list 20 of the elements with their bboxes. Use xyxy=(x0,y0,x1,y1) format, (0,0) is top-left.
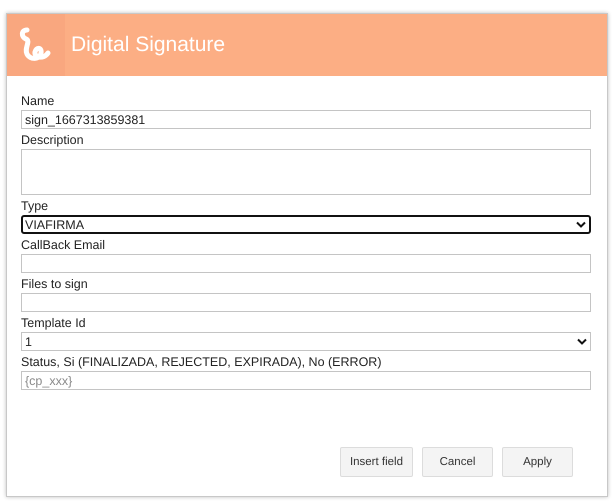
field-label: Description xyxy=(21,133,85,147)
field-label: Status, Si (FINALIZADA, REJECTED, EXPIRADA), No (ERROR) xyxy=(21,355,382,369)
field-label: Files to sign xyxy=(21,277,89,291)
description-field[interactable] xyxy=(21,149,591,195)
field-label: Name xyxy=(21,94,56,108)
text-field[interactable] xyxy=(21,293,591,312)
chevron-icon xyxy=(577,338,587,345)
field-label: Template Id xyxy=(21,316,87,330)
chevron-icon xyxy=(576,221,586,228)
dialog-button[interactable]: Insert field xyxy=(340,447,413,477)
field-label: Type xyxy=(21,199,50,213)
dropdown[interactable]: 1 xyxy=(21,332,591,351)
field-label: CallBack Email xyxy=(21,238,106,252)
text-field[interactable]: sign_1667313859381 xyxy=(21,110,591,129)
dialog-button[interactable]: Cancel xyxy=(422,447,493,477)
text-field[interactable] xyxy=(21,254,591,273)
dropdown[interactable]: VIAFIRMA xyxy=(21,215,591,234)
dialog-button[interactable]: Apply xyxy=(502,447,573,477)
dialog-title: Digital Signature xyxy=(71,33,226,57)
text-field[interactable]: {cp_xxx} xyxy=(21,371,591,390)
